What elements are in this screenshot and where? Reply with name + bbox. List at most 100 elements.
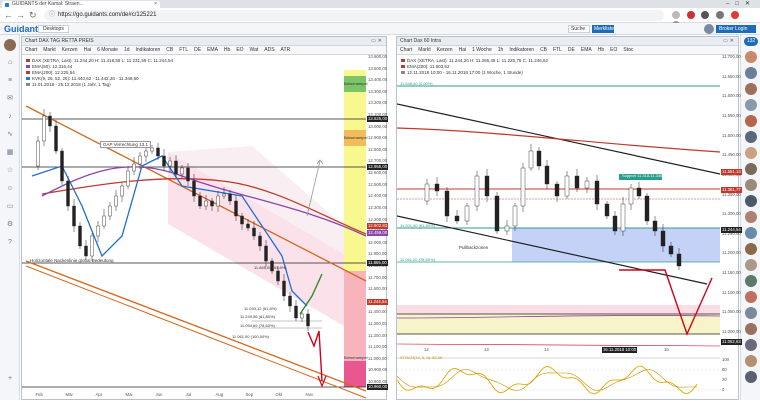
toolbar-item[interactable]: Kerzen [59,46,81,54]
toolbar-item[interactable]: 1 Woche [469,46,495,54]
bell-icon[interactable]: ♪ [6,113,14,121]
toolbar-item[interactable]: Indikatoren [133,46,164,54]
toolbar-item[interactable]: FTL [550,46,565,54]
toolbar-item[interactable]: ADS [261,46,277,54]
tab-close-icon[interactable]: × [154,1,157,8]
avatar[interactable] [745,131,757,143]
toolbar-item[interactable]: EO [607,46,620,54]
legend-swatch [26,83,30,87]
avatar[interactable] [745,51,757,63]
home-icon[interactable]: ⌂ [6,59,14,67]
reload-icon[interactable]: ↻ [29,10,37,21]
toolbar-item[interactable]: FTL [176,46,191,54]
forward-arrow-icon[interactable]: → [16,10,25,21]
window-controls[interactable]: –□✕ [726,0,756,7]
toolbar-item[interactable]: DE [565,46,578,54]
broker-login-button[interactable]: Broker Login [716,25,756,33]
avatar[interactable] [745,339,757,351]
avatar[interactable] [745,67,757,79]
avatar[interactable] [745,371,757,383]
toolbar-item[interactable]: Hb [595,46,607,54]
desktops-button[interactable]: Desktops [38,25,69,33]
extension-icon[interactable] [716,11,725,19]
chat-icon[interactable]: ✉ [6,95,14,103]
avatar[interactable] [745,211,757,223]
extension-icon[interactable] [701,11,710,19]
folder-icon[interactable]: ▭ [6,203,14,211]
toolbar-item[interactable]: ATR [278,46,294,54]
chart-window-title[interactable]: Chart DAX TAG RETTA PREIS ▭✕ [22,37,386,46]
axis-tick-label: 13.400,00 [368,77,388,83]
star-icon[interactable] [672,11,680,19]
avatar[interactable] [745,83,757,95]
avatar[interactable] [4,39,16,51]
user-avatar[interactable] [704,24,714,34]
toolbar-item[interactable]: 6 Monate [94,46,121,54]
profile-icon[interactable] [730,11,739,19]
avatar[interactable] [745,195,757,207]
toolbar-item[interactable]: Hb [221,46,233,54]
watchlist-button[interactable]: Merkliste [592,25,614,33]
candle-body [150,147,154,152]
chart-window-dax-daily[interactable]: Chart DAX TAG RETTA PREIS ▭✕ Chart Markt K… [21,36,389,401]
star-icon[interactable]: ☆ [6,167,14,175]
dax-daily-chart[interactable] [22,56,388,401]
toolbar-item[interactable]: EMA [204,46,221,54]
avatar[interactable] [745,227,757,239]
plus-icon[interactable]: + [6,375,14,383]
toolbar-item[interactable]: Indikatoren [506,46,537,54]
toolbar-item[interactable]: Hai [456,46,470,54]
axis-tick-label: 13.500,00 [368,65,388,71]
back-arrow-icon[interactable]: ← [4,10,13,21]
toolbar-item[interactable]: CB [537,46,550,54]
chart-icon[interactable]: ∿ [6,131,14,139]
avatar[interactable] [745,355,757,367]
avatar[interactable] [745,275,757,287]
toolbar-item[interactable]: EO [233,46,246,54]
toolbar-item[interactable]: CB [163,46,176,54]
toolbar-item[interactable]: DE [191,46,204,54]
toolbar-item[interactable]: Chart [397,46,415,54]
candle-body [36,140,40,167]
address-bar[interactable]: ⓘ https://go.guidants.com/de#c/125221 [44,10,664,21]
avatar[interactable] [745,307,757,319]
toolbar-item[interactable]: EMA [578,46,595,54]
avatar[interactable] [745,99,757,111]
axis-tick-label: 13.200,00 [368,100,388,106]
avatar[interactable] [745,179,757,191]
avatar[interactable] [745,115,757,127]
search-button[interactable]: Suche [568,25,590,33]
candle-body [60,150,64,182]
toolbar-item[interactable]: Kerzen [434,46,456,54]
toolbar-item[interactable]: Hai [81,46,95,54]
info-icon[interactable]: ⓘ [49,10,55,21]
avatar[interactable] [745,147,757,159]
left-sidebar: ⌂ ≡ ✉ ♪ ∿ ▦ ☆ ☺ ▭ ⚙ ? + [0,35,20,400]
candle-body [494,195,500,232]
help-icon[interactable]: ? [6,239,14,247]
adblock-icon[interactable] [686,11,695,19]
grid-icon[interactable]: ▦ [6,149,14,157]
chart-window-title[interactable]: Chart Dax 60 Intra ▭✕ [397,37,738,46]
user-icon[interactable]: ☺ [6,185,14,193]
toolbar-item[interactable]: 1h [495,46,507,54]
window-buttons[interactable]: ▭✕ [371,37,384,45]
avatar[interactable] [745,259,757,271]
browser-tab[interactable]: GUIDANTS der Kamal: Straen... × [2,1,160,8]
toolbar-item[interactable]: Chart [22,46,40,54]
toolbar-item[interactable]: Markt [40,46,59,54]
avatar[interactable] [745,323,757,335]
avatar[interactable] [745,291,757,303]
toolbar-item[interactable]: Wat [247,46,262,54]
avatar[interactable] [745,163,757,175]
chart-window-dax-intraday[interactable]: Chart Dax 60 Intra ▭✕ Chart Markt Kerzen Ha… [396,36,742,400]
gear-icon[interactable]: ⚙ [6,221,14,229]
candle-body [300,313,304,319]
toolbar-item[interactable]: Stoc [620,46,636,54]
toolbar-item[interactable]: 1d [121,46,133,54]
notification-badge[interactable]: 132 [744,37,758,46]
list-icon[interactable]: ≡ [6,77,14,85]
toolbar-item[interactable]: Markt [415,46,434,54]
avatar[interactable] [745,243,757,255]
window-buttons[interactable]: ▭✕ [723,37,736,45]
